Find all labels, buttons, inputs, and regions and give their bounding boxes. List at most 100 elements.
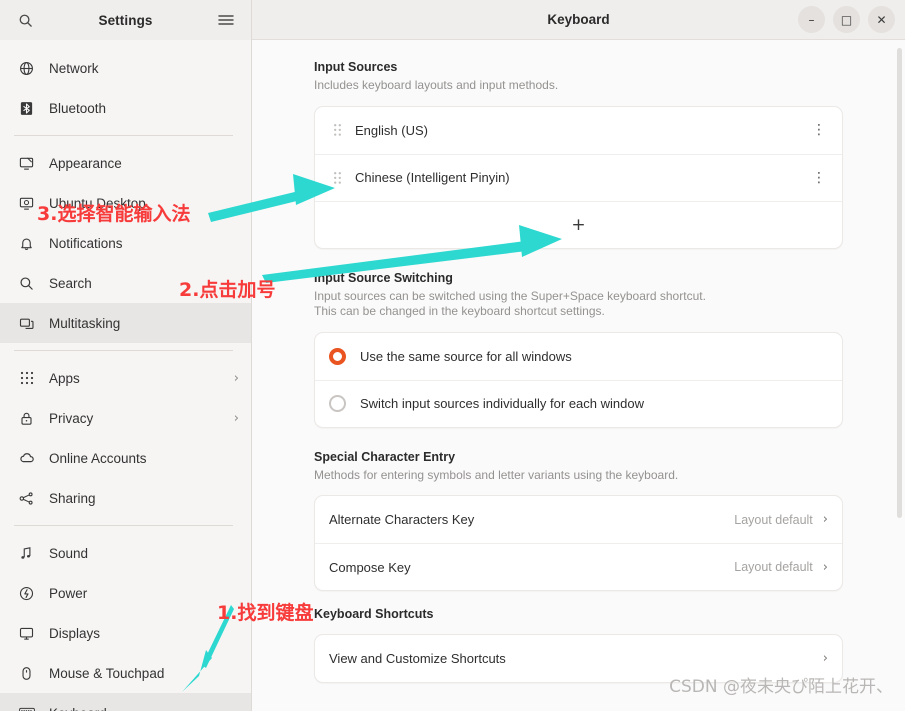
sidebar-item-label: Displays: [49, 625, 101, 641]
sound-note-icon: [18, 545, 35, 562]
chevron-right-icon: ›: [822, 651, 828, 666]
radio-button-unselected[interactable]: [329, 395, 346, 412]
input-source-switching-title: Input Source Switching: [314, 270, 453, 285]
annotation-label-2: 2.点击加号: [179, 279, 276, 301]
input-source-switching-card: Use the same source for all windows Swit…: [314, 331, 843, 428]
ubuntu-desktop-icon: [18, 195, 35, 212]
network-icon: [18, 60, 35, 77]
chevron-right-icon: ›: [233, 370, 239, 386]
sidebar-divider: [14, 350, 233, 351]
input-source-row-chinese[interactable]: Chinese (Intelligent Pinyin) ⋮: [315, 153, 842, 201]
row-label: Compose Key: [329, 559, 411, 575]
row-label: View and Customize Shortcuts: [329, 651, 506, 666]
row-value: Layout default: [734, 512, 813, 527]
vertical-scrollbar[interactable]: [897, 48, 902, 518]
sidebar: Settings Network Bluetooth Appearance Ub…: [0, 0, 252, 711]
sidebar-item-label: Network: [49, 60, 99, 76]
minimize-button[interactable]: –: [798, 6, 825, 33]
kebab-menu-icon[interactable]: ⋮: [810, 123, 828, 137]
kebab-menu-icon[interactable]: ⋮: [810, 171, 828, 185]
drag-handle-icon[interactable]: [329, 124, 345, 136]
share-nodes-icon: [18, 490, 35, 507]
cloud-icon: [18, 450, 35, 467]
input-sources-card: English (US) ⋮ Chinese (Intelligent Piny…: [314, 105, 843, 249]
annotation-label-1: 1.找到键盘: [217, 602, 314, 624]
sidebar-item-label: Multitasking: [49, 315, 121, 331]
sidebar-divider: [14, 135, 233, 136]
keyboard-icon: [18, 705, 35, 711]
sidebar-item-multitasking[interactable]: Multitasking: [0, 303, 251, 343]
sidebar-item-label: Apps: [49, 370, 80, 386]
sidebar-item-privacy[interactable]: Privacy ›: [0, 398, 251, 438]
window-titlebar: Keyboard – □ ✕: [252, 0, 905, 40]
sidebar-item-label: Bluetooth: [49, 100, 107, 116]
sidebar-item-online-accounts[interactable]: Online Accounts: [0, 438, 251, 478]
special-character-entry-card: Alternate Characters Key Layout default …: [314, 495, 843, 591]
sidebar-item-appearance[interactable]: Appearance: [0, 143, 251, 183]
appearance-icon: [18, 155, 35, 172]
sidebar-item-apps[interactable]: Apps ›: [0, 358, 251, 398]
description-line-1: Input sources can be switched using the …: [314, 288, 706, 303]
settings-window: Settings Network Bluetooth Appearance Ub…: [0, 0, 905, 711]
plus-icon: +: [571, 214, 586, 235]
sidebar-item-label: Online Accounts: [49, 450, 147, 466]
input-sources-title: Input Sources: [314, 60, 398, 74]
sidebar-item-label: Privacy: [49, 410, 94, 426]
sidebar-item-label: Mouse & Touchpad: [49, 665, 165, 681]
sidebar-item-label: Keyboard: [49, 706, 239, 711]
sidebar-item-label: Sharing: [49, 490, 96, 506]
input-source-label: English (US): [355, 122, 428, 138]
row-alternate-characters-key[interactable]: Alternate Characters Key Layout default …: [315, 496, 842, 543]
hamburger-menu-icon[interactable]: [213, 7, 239, 33]
special-character-entry-title: Special Character Entry: [314, 449, 456, 464]
sidebar-item-label: Sound: [49, 545, 89, 561]
lock-icon: [18, 410, 35, 427]
maximize-button[interactable]: □: [833, 6, 860, 33]
sidebar-item-label: Notifications: [49, 235, 123, 251]
apps-grid-icon: [18, 370, 35, 387]
multitasking-icon: [18, 315, 35, 332]
main-panel: Keyboard – □ ✕ Input Sources Includes ke…: [252, 0, 905, 711]
keyboard-shortcuts-title: Keyboard Shortcuts: [314, 607, 434, 621]
sidebar-header: Settings: [0, 0, 251, 40]
input-source-row-english[interactable]: English (US) ⋮: [315, 107, 842, 154]
description-line-2: This can be changed in the keyboard shor…: [314, 304, 605, 318]
bluetooth-icon: [18, 100, 35, 117]
sidebar-nav-list: Network Bluetooth Appearance Ubuntu Desk…: [0, 40, 251, 711]
sidebar-item-sharing[interactable]: Sharing: [0, 478, 251, 518]
search-icon[interactable]: [12, 7, 38, 33]
input-sources-description: Includes keyboard layouts and input meth…: [314, 78, 559, 92]
row-compose-key[interactable]: Compose Key Layout default ›: [315, 543, 842, 590]
settings-content: Input Sources Includes keyboard layouts …: [252, 40, 905, 711]
sidebar-item-notifications[interactable]: Notifications: [0, 223, 251, 263]
chevron-right-icon: ›: [822, 559, 828, 575]
sidebar-item-keyboard[interactable]: Keyboard: [0, 693, 251, 711]
sidebar-item-label: Appearance: [49, 155, 122, 171]
close-button[interactable]: ✕: [868, 6, 895, 33]
radio-label: Use the same source for all windows: [360, 348, 572, 364]
add-input-source-button[interactable]: +: [315, 200, 842, 248]
chevron-right-icon: ›: [822, 512, 828, 527]
sidebar-item-power[interactable]: Power: [0, 573, 251, 613]
power-icon: [18, 585, 35, 602]
drag-handle-icon[interactable]: [329, 171, 345, 184]
input-source-label: Chinese (Intelligent Pinyin): [355, 170, 510, 185]
row-label: Alternate Characters Key: [329, 512, 475, 527]
sidebar-item-sound[interactable]: Sound: [0, 533, 251, 573]
bell-icon: [18, 235, 35, 252]
sidebar-divider: [14, 525, 233, 526]
sidebar-item-mouse-touchpad[interactable]: Mouse & Touchpad: [0, 653, 251, 693]
sidebar-item-network[interactable]: Network: [0, 48, 251, 88]
sidebar-item-bluetooth[interactable]: Bluetooth: [0, 88, 251, 128]
radio-button-selected[interactable]: [329, 347, 346, 365]
window-controls: – □ ✕: [798, 6, 895, 33]
sidebar-item-displays[interactable]: Displays: [0, 613, 251, 653]
input-source-switching-description: Input sources can be switched using the …: [314, 289, 843, 320]
mouse-icon: [18, 665, 35, 682]
display-monitor-icon: [18, 625, 35, 642]
search-icon: [18, 275, 35, 292]
radio-row-individual-source[interactable]: Switch input sources individually for ea…: [315, 379, 842, 427]
chevron-right-icon: ›: [233, 410, 239, 426]
radio-row-same-source[interactable]: Use the same source for all windows: [315, 333, 842, 380]
row-value: Layout default: [734, 560, 813, 574]
